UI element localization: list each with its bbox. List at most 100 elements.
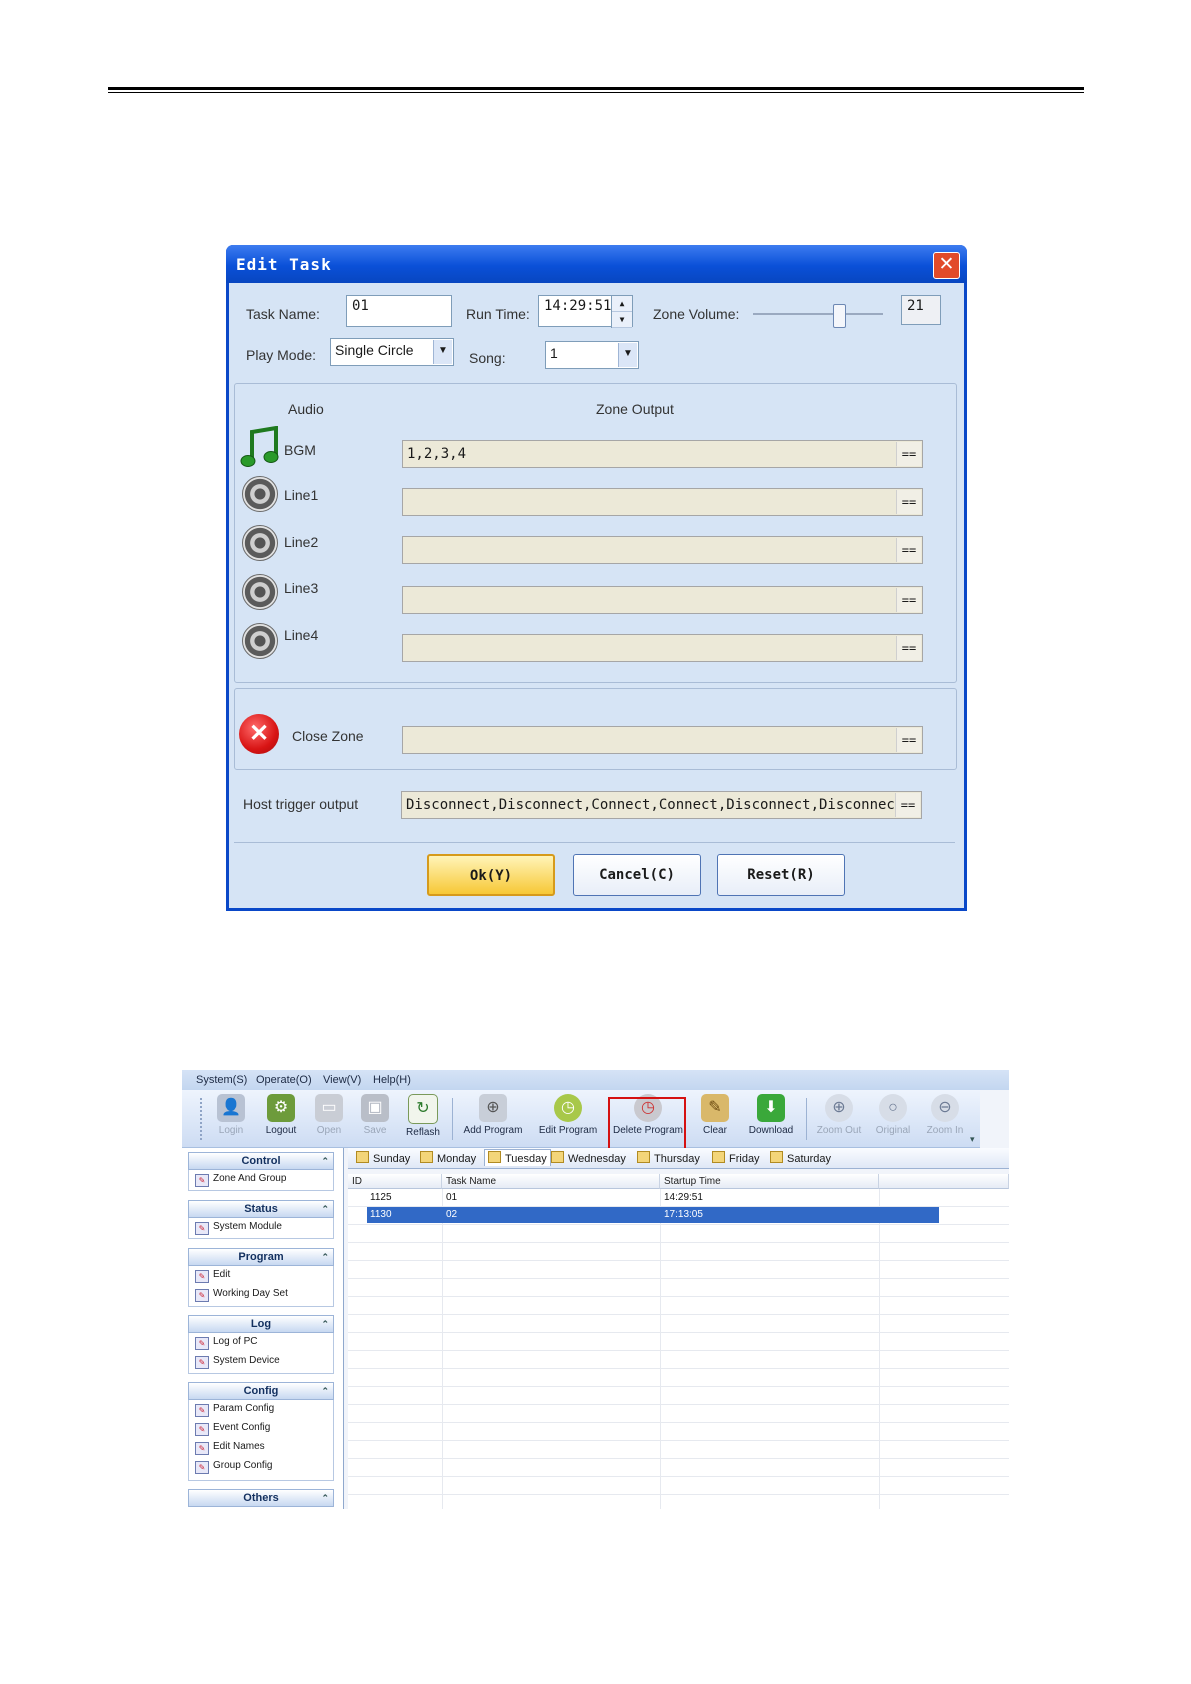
download-button[interactable]: ⬇ Download <box>740 1090 802 1146</box>
collapse-icon[interactable]: ⌃ <box>321 1249 329 1265</box>
run-time-spinner[interactable]: ▲ ▼ <box>611 296 632 328</box>
zone-output-field[interactable]: == <box>402 488 923 516</box>
audio-header: Audio <box>288 401 324 417</box>
edit-program-button[interactable]: ◷ Edit Program <box>532 1090 604 1146</box>
menu-system[interactable]: System(S) <box>196 1074 247 1086</box>
tab-saturday[interactable]: Saturday <box>770 1151 831 1165</box>
collapse-icon[interactable]: ⌃ <box>321 1201 329 1217</box>
tab-label: Monday <box>437 1153 477 1165</box>
folder-icon <box>488 1151 501 1163</box>
song-value: 1 <box>550 345 558 361</box>
chevron-down-icon[interactable]: ▼ <box>618 343 637 367</box>
table-row-selected[interactable]: 1130 02 17:13:05 <box>348 1207 1009 1223</box>
speaker-icon <box>242 525 278 561</box>
zone-picker-button[interactable]: == <box>896 588 921 612</box>
column-header-id[interactable]: ID <box>348 1174 442 1189</box>
reflash-button[interactable]: ↻ Reflash <box>398 1090 448 1146</box>
spin-up-icon[interactable]: ▲ <box>612 296 632 312</box>
toolbar-grip[interactable] <box>200 1098 205 1140</box>
close-zone-label: Close Zone <box>292 728 364 744</box>
login-icon: 👤 <box>217 1094 245 1122</box>
tab-wednesday[interactable]: Wednesday <box>551 1151 626 1165</box>
zoom-in-button[interactable]: ⊖ Zoom In <box>920 1090 970 1146</box>
ok-button[interactable]: Ok(Y) <box>427 854 555 896</box>
collapse-icon[interactable]: ⌃ <box>321 1383 329 1399</box>
close-icon[interactable]: ✕ <box>933 252 960 279</box>
table-row[interactable]: 1125 01 14:29:51 <box>348 1190 1009 1206</box>
folder-icon <box>712 1151 725 1163</box>
song-select[interactable]: 1 ▼ <box>545 341 639 369</box>
host-trigger-picker-button[interactable]: == <box>895 793 920 817</box>
task-name-input[interactable]: 01 <box>346 295 452 327</box>
run-time-input[interactable]: 14:29:51 ▲ ▼ <box>538 295 633 328</box>
sidebar-section-program[interactable]: Program ⌃ <box>188 1248 334 1266</box>
reset-button[interactable]: Reset(R) <box>717 854 845 896</box>
sidebar-section-control[interactable]: Control ⌃ <box>188 1152 334 1170</box>
collapse-icon[interactable]: ⌃ <box>321 1490 329 1506</box>
menu-operate[interactable]: Operate(O) <box>256 1074 312 1086</box>
play-mode-select[interactable]: Single Circle ▼ <box>330 338 454 366</box>
sidebar-section-config[interactable]: Config ⌃ <box>188 1382 334 1400</box>
zone-output-field[interactable]: == <box>402 634 923 662</box>
zone-volume-value: 21 <box>901 295 941 325</box>
sidebar-item-edit-names[interactable]: ✎ Edit Names <box>195 1441 265 1455</box>
sidebar-item-log-of-pc[interactable]: ✎ Log of PC <box>195 1336 257 1350</box>
menu-help[interactable]: Help(H) <box>373 1074 411 1086</box>
zoom-out-icon: ⊕ <box>825 1094 853 1122</box>
sidebar-item-edit[interactable]: ✎ Edit <box>195 1269 230 1283</box>
zone-picker-button[interactable]: == <box>896 728 921 752</box>
original-button[interactable]: ○ Original <box>868 1090 918 1146</box>
slider-thumb[interactable] <box>833 304 846 328</box>
sidebar-item-zone-and-group[interactable]: ✎ Zone And Group <box>195 1173 286 1187</box>
zone-output-field[interactable]: 1,2,3,4 == <box>402 440 923 468</box>
sidebar-item-working-day-set[interactable]: ✎ Working Day Set <box>195 1288 288 1302</box>
grid-line <box>348 1350 1009 1351</box>
sidebar-item-system-module[interactable]: ✎ System Module <box>195 1221 282 1235</box>
zone-picker-button[interactable]: == <box>896 636 921 660</box>
sidebar-section-others[interactable]: Others ⌃ <box>188 1489 334 1507</box>
clear-button[interactable]: ✎ Clear <box>692 1090 738 1146</box>
dialog-titlebar[interactable]: Edit Task ✕ <box>226 245 967 283</box>
sidebar-section-status[interactable]: Status ⌃ <box>188 1200 334 1218</box>
refresh-icon: ↻ <box>408 1094 438 1124</box>
collapse-icon[interactable]: ⌃ <box>321 1316 329 1332</box>
menu-view[interactable]: View(V) <box>323 1074 361 1086</box>
toolbar-overflow-icon[interactable]: ▾ <box>970 1134 980 1146</box>
sidebar-item-event-config[interactable]: ✎ Event Config <box>195 1422 270 1436</box>
cancel-button[interactable]: Cancel(C) <box>573 854 701 896</box>
column-header-task-name[interactable]: Task Name <box>442 1174 660 1189</box>
chevron-down-icon[interactable]: ▼ <box>433 340 452 364</box>
tab-thursday[interactable]: Thursday <box>637 1151 700 1165</box>
open-button[interactable]: ▭ Open <box>306 1090 352 1146</box>
zone-picker-button[interactable]: == <box>896 490 921 514</box>
sidebar-item-group-config[interactable]: ✎ Group Config <box>195 1460 272 1474</box>
zone-picker-button[interactable]: == <box>896 442 921 466</box>
item-icon: ✎ <box>195 1404 209 1417</box>
sidebar-item-param-config[interactable]: ✎ Param Config <box>195 1403 274 1417</box>
host-trigger-field[interactable]: Disconnect,Disconnect,Connect,Connect,Di… <box>401 791 922 819</box>
sidebar-group-body: ✎ Param Config ✎ Event Config ✎ Edit Names … <box>188 1400 334 1481</box>
spin-down-icon[interactable]: ▼ <box>612 312 632 328</box>
zone-picker-button[interactable]: == <box>896 538 921 562</box>
close-zone-output-field[interactable]: == <box>402 726 923 754</box>
zone-output-field[interactable]: == <box>402 536 923 564</box>
sidebar-section-log[interactable]: Log ⌃ <box>188 1315 334 1333</box>
zone-output-field[interactable]: == <box>402 586 923 614</box>
login-button[interactable]: 👤 Login <box>206 1090 256 1146</box>
close-zone-icon: ✕ <box>239 714 279 754</box>
sidebar-group-body: ✎ System Module <box>188 1218 334 1239</box>
zoom-out-button[interactable]: ⊕ Zoom Out <box>812 1090 866 1146</box>
tab-tuesday[interactable]: Tuesday <box>484 1149 551 1166</box>
tab-friday[interactable]: Friday <box>712 1151 760 1165</box>
tab-monday[interactable]: Monday <box>420 1151 476 1165</box>
logout-button[interactable]: ⚙ Logout <box>256 1090 306 1146</box>
sidebar-item-system-device[interactable]: ✎ System Device <box>195 1355 280 1369</box>
folder-icon <box>551 1151 564 1163</box>
volume-slider[interactable] <box>753 304 883 328</box>
add-program-button[interactable]: ⊕ Add Program <box>458 1090 528 1146</box>
column-header-startup-time[interactable]: Startup Time <box>660 1174 879 1189</box>
collapse-icon[interactable]: ⌃ <box>321 1153 329 1169</box>
tab-sunday[interactable]: Sunday <box>356 1151 410 1165</box>
grid-line <box>348 1440 1009 1441</box>
save-button[interactable]: ▣ Save <box>352 1090 398 1146</box>
